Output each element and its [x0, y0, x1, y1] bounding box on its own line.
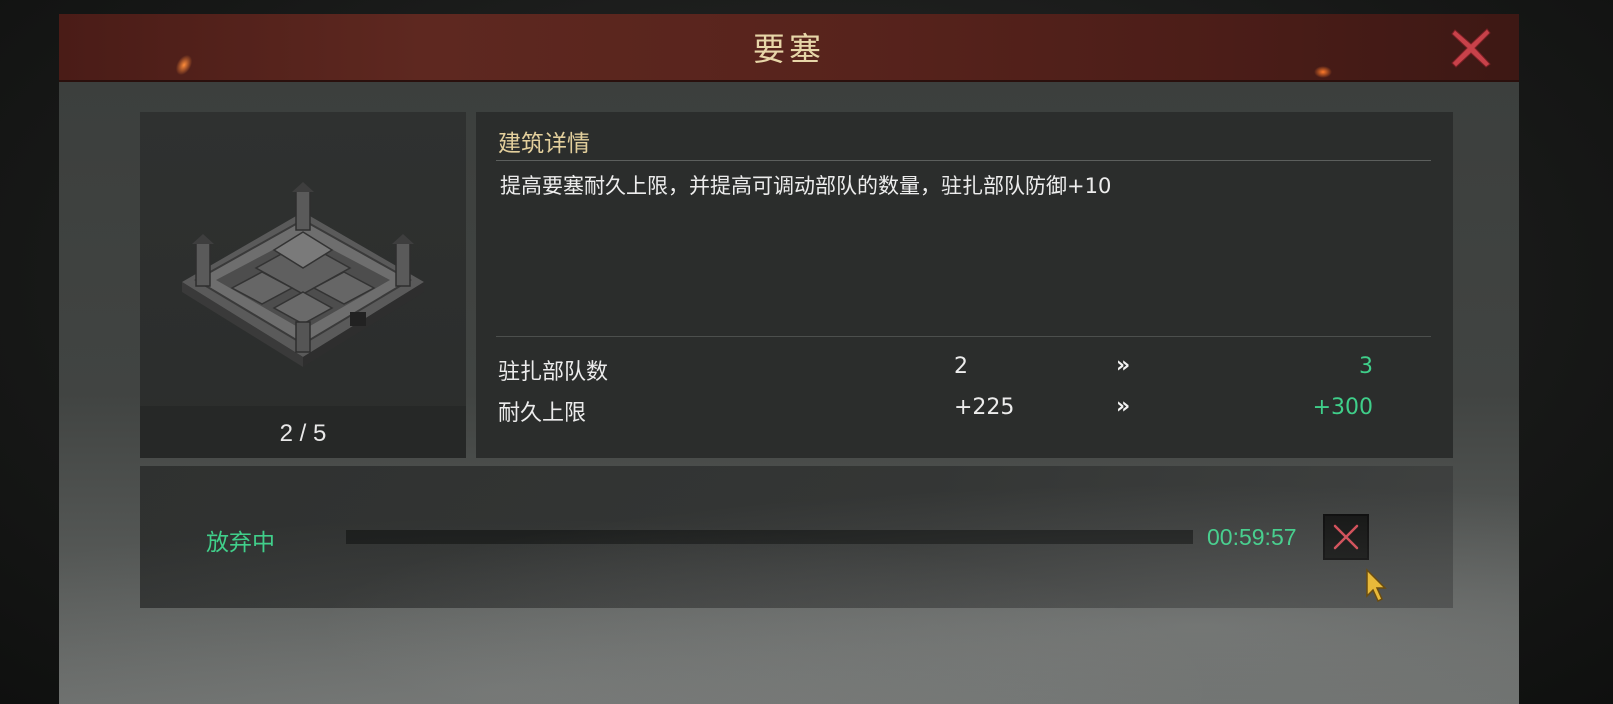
building-description: 提高要塞耐久上限，并提高可调动部队的数量，驻扎部队防御+10 [500, 174, 1112, 198]
divider [496, 336, 1431, 337]
fortress-dialog: 要塞 2 / 5 建筑详情 提高要塞耐久上限，并提高可调动部队的数量，驻扎部队防… [59, 14, 1519, 704]
details-heading: 建筑详情 [498, 131, 590, 157]
divider [496, 160, 1431, 161]
stat-next-value: 3 [1359, 354, 1373, 379]
abandon-progress-fill [346, 530, 1193, 544]
abandon-status-label: 放弃中 [206, 530, 275, 556]
cancel-x-icon [1333, 524, 1359, 550]
upgrade-arrow-icon: » [1116, 394, 1130, 419]
fortress-building-image [182, 182, 424, 367]
stat-label: 驻扎部队数 [498, 360, 609, 385]
dialog-title: 要塞 [752, 30, 825, 68]
stat-row-durability: 耐久上限 +225 » +300 [476, 394, 1453, 429]
abandon-progress-bar [346, 530, 1193, 544]
cancel-abandon-button[interactable] [1323, 514, 1369, 560]
mouse-cursor-icon [1366, 568, 1387, 603]
building-image-panel: 2 / 5 [140, 112, 466, 458]
abandon-countdown-timer: 00:59:57 [1207, 524, 1297, 550]
upgrade-arrow-icon: » [1116, 353, 1130, 378]
close-button[interactable] [1449, 26, 1493, 70]
building-details-panel: 建筑详情 提高要塞耐久上限，并提高可调动部队的数量，驻扎部队防御+10 驻扎部队… [476, 112, 1453, 458]
stat-current-value: +225 [954, 395, 1015, 420]
dialog-title-bar: 要塞 [59, 14, 1519, 82]
building-level-counter: 2 / 5 [279, 420, 327, 447]
game-screen: 要塞 2 / 5 建筑详情 提高要塞耐久上限，并提高可调动部队的数量，驻扎部队防… [0, 0, 1613, 704]
stat-label: 耐久上限 [498, 401, 587, 426]
stat-current-value: 2 [954, 354, 968, 379]
abandon-progress-panel: 放弃中 00:59:57 [140, 466, 1453, 608]
close-x-icon [1451, 28, 1491, 68]
stat-next-value: +300 [1312, 395, 1373, 420]
stat-row-garrison: 驻扎部队数 2 » 3 [476, 353, 1453, 388]
